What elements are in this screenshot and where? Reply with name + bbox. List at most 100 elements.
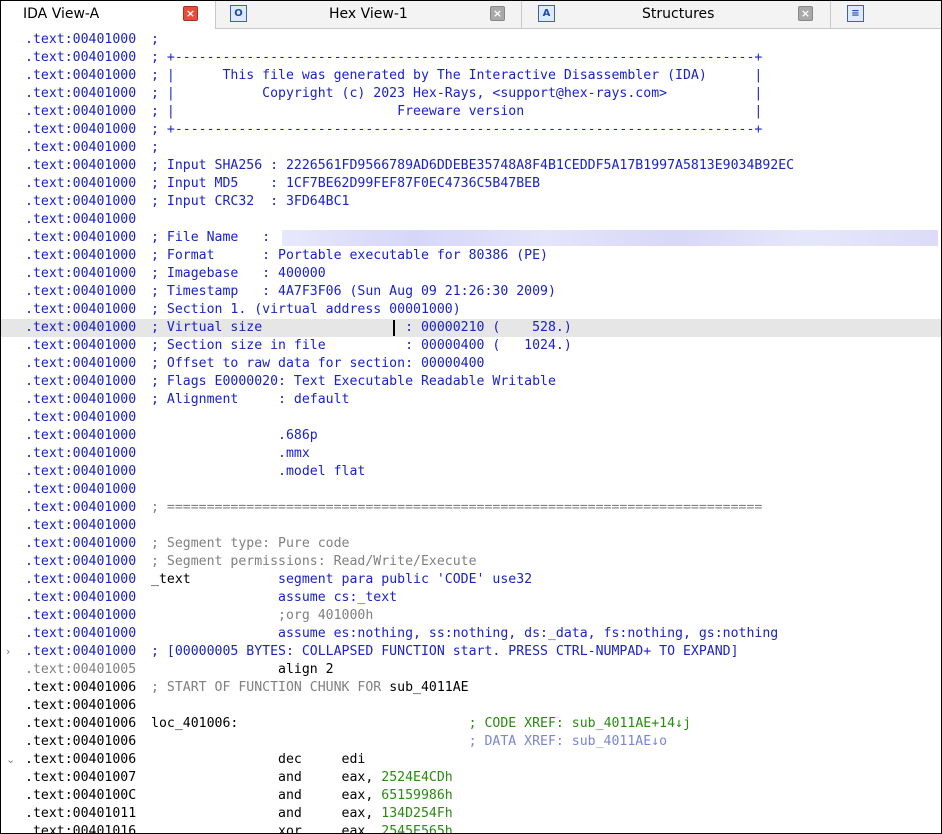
- line-content[interactable]: and eax, 65159986h: [151, 787, 453, 805]
- tab-ida-view-a[interactable]: IDA View-A ×: [1, 1, 216, 29]
- line-content[interactable]: ; Flags E0000020: Text Executable Readab…: [151, 373, 556, 391]
- listing-line[interactable]: .text:00401000 ; Section size in file : 0…: [1, 337, 941, 355]
- listing-line-current[interactable]: .text:00401000 ; Virtual size : 00000210 …: [1, 319, 941, 337]
- line-content[interactable]: ; Offset to raw data for section: 000004…: [151, 355, 484, 373]
- line-address[interactable]: .text:00401011: [25, 805, 136, 823]
- listing-line[interactable]: .text:0040100C and eax, 65159986h: [1, 787, 941, 805]
- line-address[interactable]: .text:00401006: [25, 679, 136, 697]
- tab-hex-view-1[interactable]: O Hex View-1 ×: [216, 1, 522, 28]
- line-content[interactable]: ; Input MD5 : 1CF7BE62D99FEF87F0EC4736C5…: [151, 175, 540, 193]
- line-address[interactable]: .text:00401000: [25, 265, 136, 283]
- listing-line[interactable]: .text:00401000 ; Input MD5 : 1CF7BE62D99F…: [1, 175, 941, 193]
- listing-line[interactable]: .text:00401000 ; Timestamp : 4A7F3F06 (Su…: [1, 283, 941, 301]
- listing-line[interactable]: .text:00401000: [1, 481, 941, 499]
- line-address[interactable]: .text:00401000: [25, 103, 136, 121]
- line-address[interactable]: .text:00401000: [25, 517, 136, 535]
- line-content[interactable]: ; Timestamp : 4A7F3F06 (Sun Aug 09 21:26…: [151, 283, 556, 301]
- listing-line[interactable]: .text:00401000 .model flat: [1, 463, 941, 481]
- listing-line[interactable]: .text:00401000 _text segment para public …: [1, 571, 941, 589]
- listing-line[interactable]: ⌄ .text:00401006 dec edi: [1, 751, 941, 769]
- line-content[interactable]: and eax, 2524E4CDh: [151, 769, 453, 787]
- line-content[interactable]: ; Input CRC32 : 3FD64BC1: [151, 193, 350, 211]
- line-content[interactable]: ; Section size in file : 00000400 ( 1024…: [151, 337, 572, 355]
- listing-line[interactable]: .text:00401000 ; +-----------------------…: [1, 121, 941, 139]
- listing-line[interactable]: .text:00401007 and eax, 2524E4CDh: [1, 769, 941, 787]
- expand-arrow-icon[interactable]: ›: [6, 643, 10, 661]
- line-address[interactable]: .text:00401005: [25, 661, 136, 679]
- line-address[interactable]: .text:00401000: [25, 193, 136, 211]
- line-address[interactable]: .text:00401000: [25, 571, 136, 589]
- listing-line[interactable]: .text:00401000 .mmx: [1, 445, 941, 463]
- line-address[interactable]: .text:0040100C: [25, 787, 136, 805]
- line-address[interactable]: .text:00401007: [25, 769, 136, 787]
- line-address[interactable]: .text:00401000: [25, 427, 136, 445]
- line-address[interactable]: .text:00401000: [25, 337, 136, 355]
- line-address[interactable]: .text:00401000: [25, 625, 136, 643]
- listing-line[interactable]: .text:00401000 ; Flags E0000020: Text Exe…: [1, 373, 941, 391]
- line-content[interactable]: ; ======================================…: [151, 499, 762, 517]
- listing-line[interactable]: .text:00401000 ; Section 1. (virtual addr…: [1, 301, 941, 319]
- listing-line[interactable]: .text:00401000 ; | Freeware version |: [1, 103, 941, 121]
- listing-line[interactable]: › .text:00401000 ; [00000005 BYTES: COLLAP…: [1, 643, 941, 661]
- line-content[interactable]: assume es:nothing, ss:nothing, ds:_data,…: [151, 625, 778, 643]
- line-address[interactable]: .text:00401000: [25, 175, 136, 193]
- line-address[interactable]: .text:00401000: [25, 121, 136, 139]
- line-content[interactable]: ; File Name :: [151, 229, 270, 247]
- listing-line[interactable]: .text:00401006 loc_401006: ; CODE XREF: s…: [1, 715, 941, 733]
- line-content[interactable]: ; Input SHA256 : 2226561FD9566789AD6DDEB…: [151, 157, 794, 175]
- listing-line[interactable]: .text:00401006: [1, 697, 941, 715]
- listing-line[interactable]: .text:00401000 ; Offset to raw data for s…: [1, 355, 941, 373]
- tab-structures[interactable]: A Structures ×: [522, 1, 831, 28]
- line-content[interactable]: xor eax, 2545E565h: [151, 823, 453, 833]
- line-content[interactable]: loc_401006: ; CODE XREF: sub_4011AE+14↓j: [151, 715, 691, 733]
- line-address[interactable]: .text:00401000: [25, 535, 136, 553]
- line-content[interactable]: ; | Freeware version |: [151, 103, 762, 121]
- line-content[interactable]: ; Format : Portable executable for 80386…: [151, 247, 548, 265]
- listing-line[interactable]: .text:00401000 ; Imagebase : 400000: [1, 265, 941, 283]
- listing-line[interactable]: .text:00401000 assume es:nothing, ss:not…: [1, 625, 941, 643]
- line-address[interactable]: .text:00401006: [25, 751, 136, 769]
- listing-line[interactable]: .text:00401000;: [1, 139, 941, 157]
- close-icon[interactable]: ×: [490, 6, 505, 21]
- disassembly-listing[interactable]: .text:00401000; .text:00401000 ; +-------…: [1, 31, 941, 833]
- line-address[interactable]: .text:00401006: [25, 733, 136, 751]
- listing-line[interactable]: .text:00401000 ; Format : Portable execut…: [1, 247, 941, 265]
- listing-line[interactable]: .text:00401000: [1, 211, 941, 229]
- line-content[interactable]: .686p: [151, 427, 318, 445]
- line-address[interactable]: .text:00401000: [25, 445, 136, 463]
- line-address[interactable]: .text:00401000: [25, 463, 136, 481]
- line-content[interactable]: ; +-------------------------------------…: [151, 49, 762, 67]
- line-content[interactable]: assume cs:_text: [151, 589, 397, 607]
- line-content[interactable]: .mmx: [151, 445, 310, 463]
- listing-line[interactable]: .text:00401000 ; File Name :: [1, 229, 941, 247]
- line-address[interactable]: .text:00401000: [25, 355, 136, 373]
- listing-line[interactable]: .text:00401006 ; START OF FUNCTION CHUNK …: [1, 679, 941, 697]
- line-address[interactable]: .text:00401000: [25, 553, 136, 571]
- line-address[interactable]: .text:00401006: [25, 697, 136, 715]
- line-content[interactable]: ; Imagebase : 400000: [151, 265, 326, 283]
- listing-line[interactable]: .text:00401000 ; | This file was generate…: [1, 67, 941, 85]
- line-address[interactable]: .text:00401000: [25, 283, 136, 301]
- line-address[interactable]: .text:00401000: [25, 211, 136, 229]
- line-content[interactable]: ; Segment type: Pure code: [151, 535, 350, 553]
- listing-line[interactable]: .text:00401006 ; DATA XREF: sub_4011AE↓o: [1, 733, 941, 751]
- line-address[interactable]: .text:00401000: [25, 589, 136, 607]
- collapse-arrow-icon[interactable]: ⌄: [6, 751, 15, 769]
- line-address[interactable]: .text:00401000: [25, 301, 136, 319]
- line-address[interactable]: .text:00401000: [25, 31, 136, 49]
- line-address[interactable]: .text:00401000: [25, 247, 136, 265]
- close-icon[interactable]: ×: [183, 6, 198, 21]
- line-address[interactable]: .text:00401000: [25, 607, 136, 625]
- line-content[interactable]: ;: [151, 31, 167, 49]
- line-address[interactable]: .text:00401006: [25, 715, 136, 733]
- line-content[interactable]: ; [00000005 BYTES: COLLAPSED FUNCTION st…: [151, 643, 739, 661]
- line-address[interactable]: .text:00401000: [25, 157, 136, 175]
- listing-line[interactable]: .text:00401005 align 2: [1, 661, 941, 679]
- listing-line[interactable]: .text:00401000 assume cs:_text: [1, 589, 941, 607]
- line-address[interactable]: .text:00401016: [25, 823, 136, 833]
- line-address[interactable]: .text:00401000: [25, 481, 136, 499]
- line-address[interactable]: .text:00401000: [25, 373, 136, 391]
- line-content[interactable]: ; Virtual size : 00000210 ( 528.): [151, 319, 572, 337]
- line-content[interactable]: ; START OF FUNCTION CHUNK FOR sub_4011AE: [151, 679, 469, 697]
- line-address[interactable]: .text:00401000: [25, 391, 136, 409]
